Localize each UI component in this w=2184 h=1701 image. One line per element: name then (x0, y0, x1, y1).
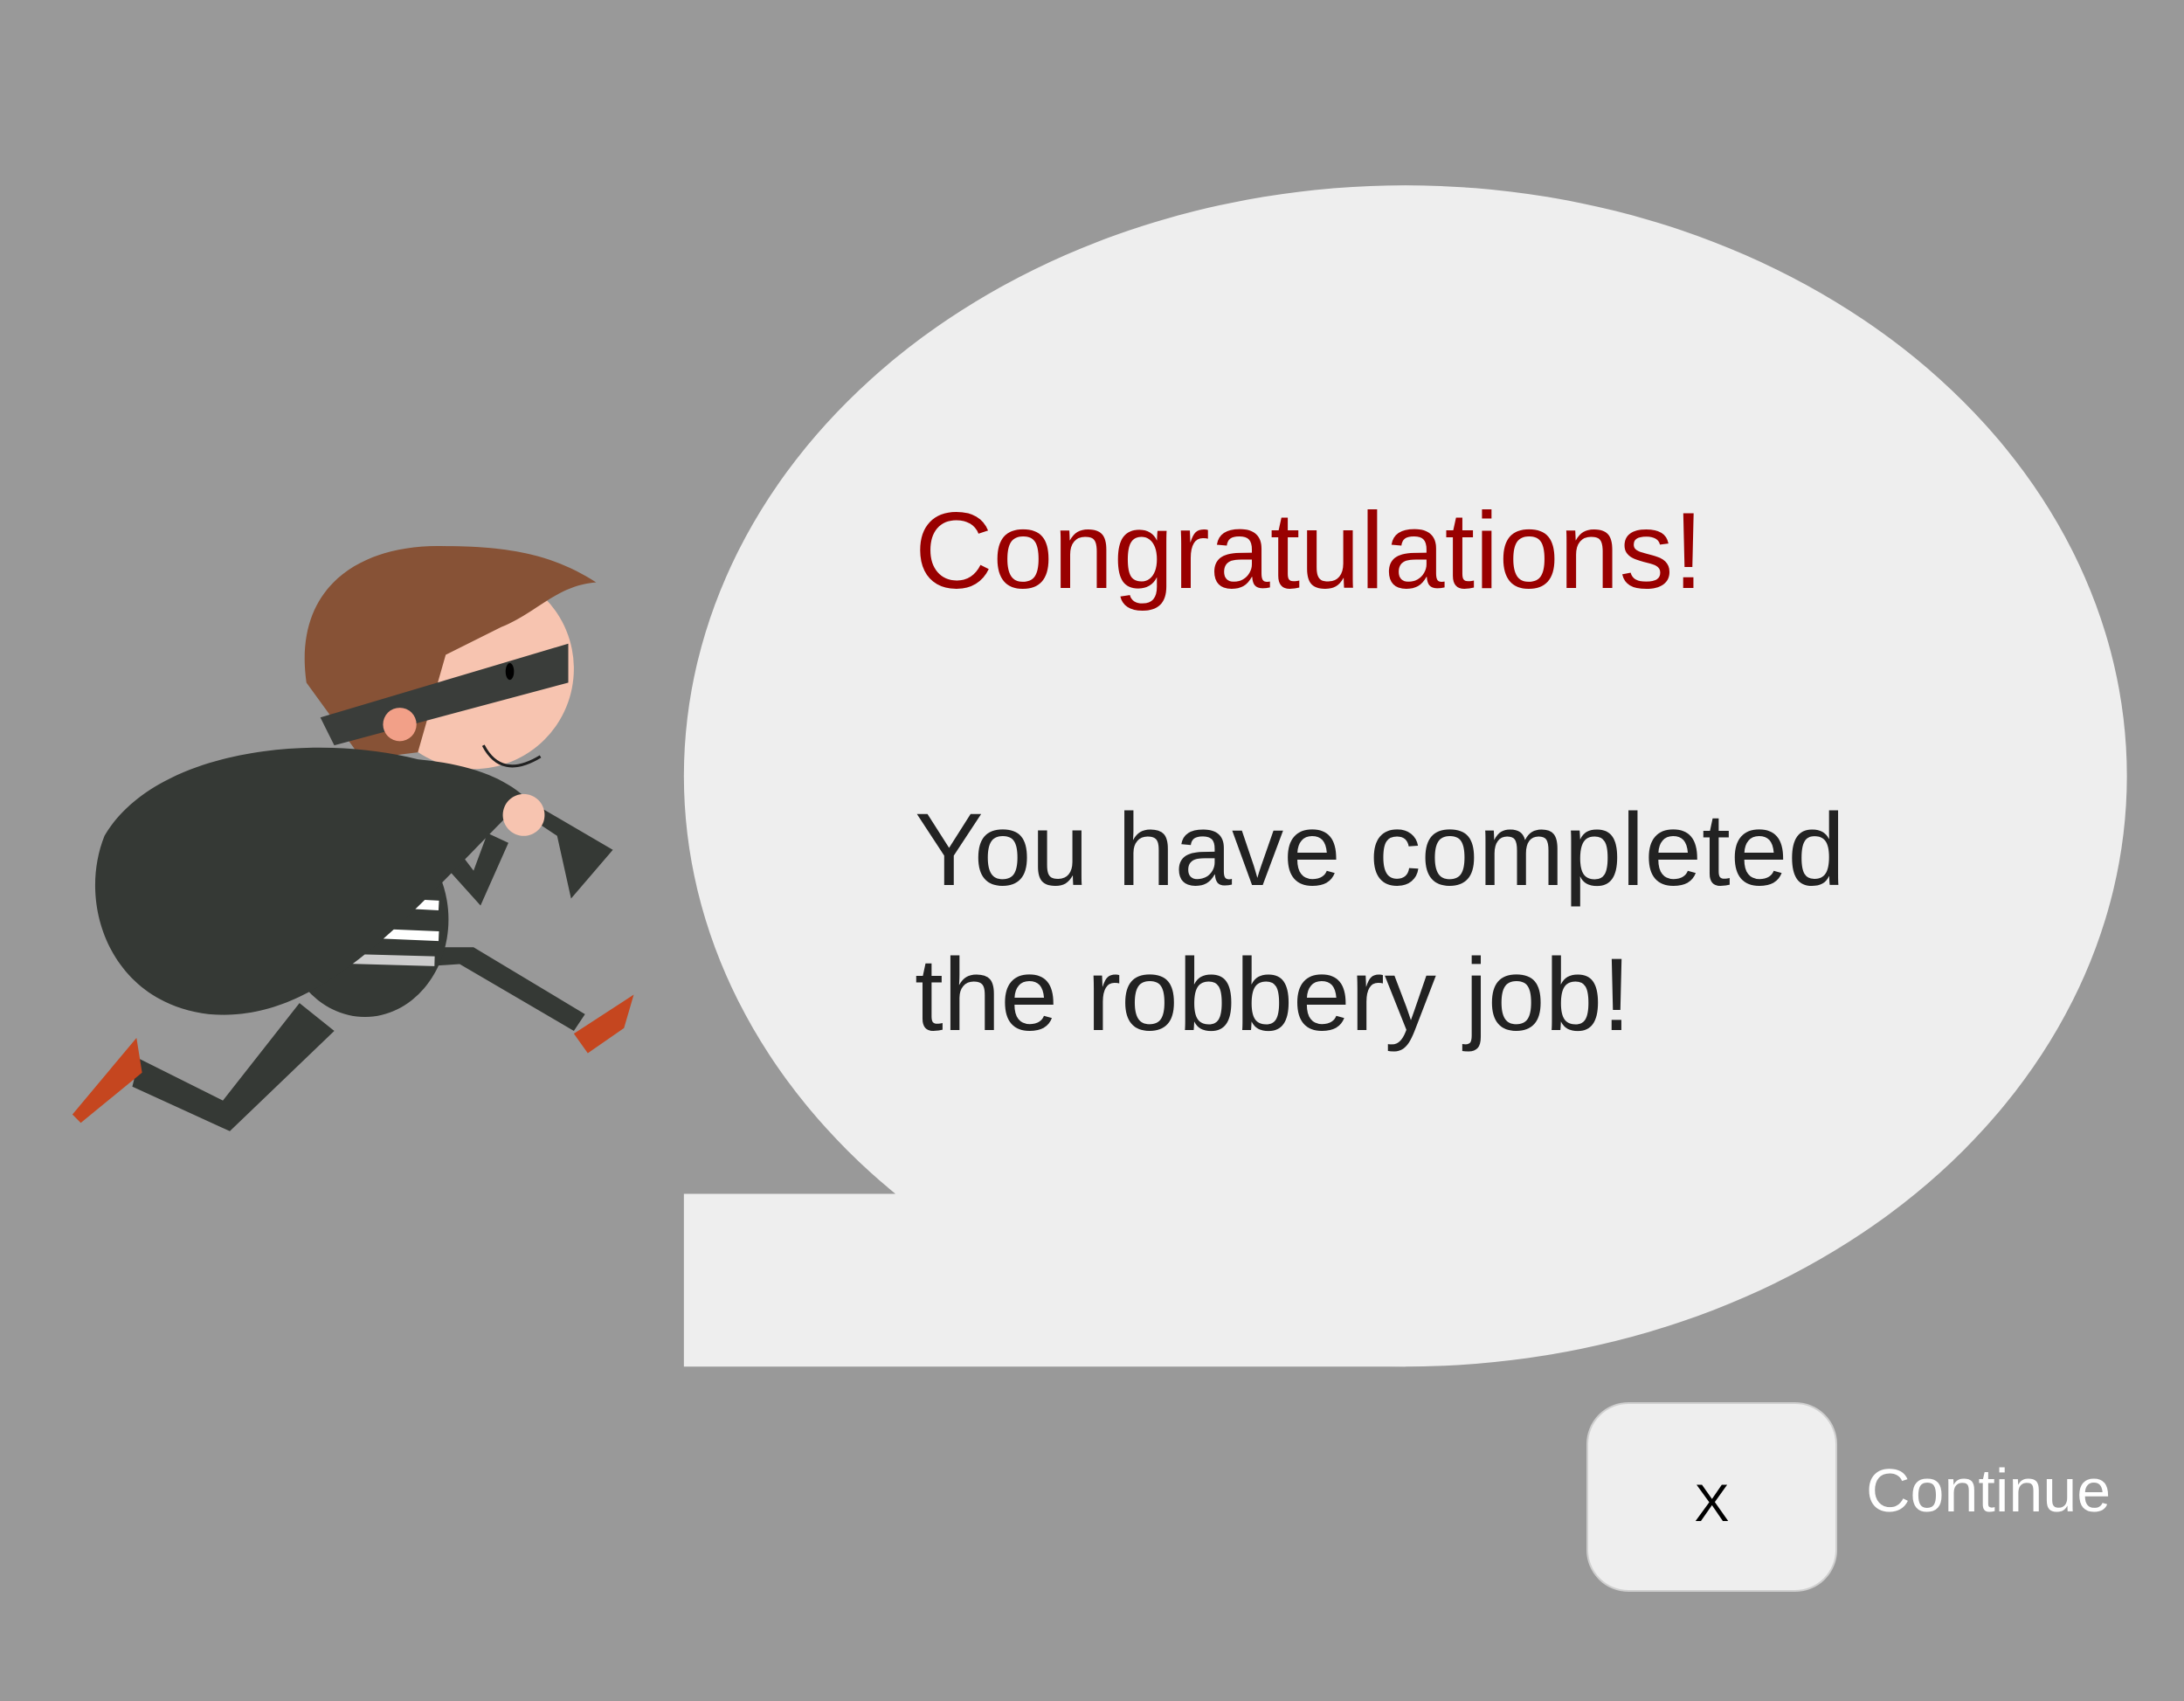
continue-link[interactable]: Continue (1866, 1456, 2111, 1525)
message-line: You have completed (915, 792, 1845, 908)
running-thief-icon (72, 545, 634, 1131)
dialog-title: Congratulations! (915, 491, 1704, 612)
message-line: the robbery job! (915, 937, 1631, 1053)
close-icon: X (1694, 1474, 1730, 1532)
dialog-message: You have completed the robbery job! (915, 778, 1963, 1068)
close-button[interactable]: X (1586, 1402, 1837, 1592)
speech-bubble (683, 185, 2127, 1367)
